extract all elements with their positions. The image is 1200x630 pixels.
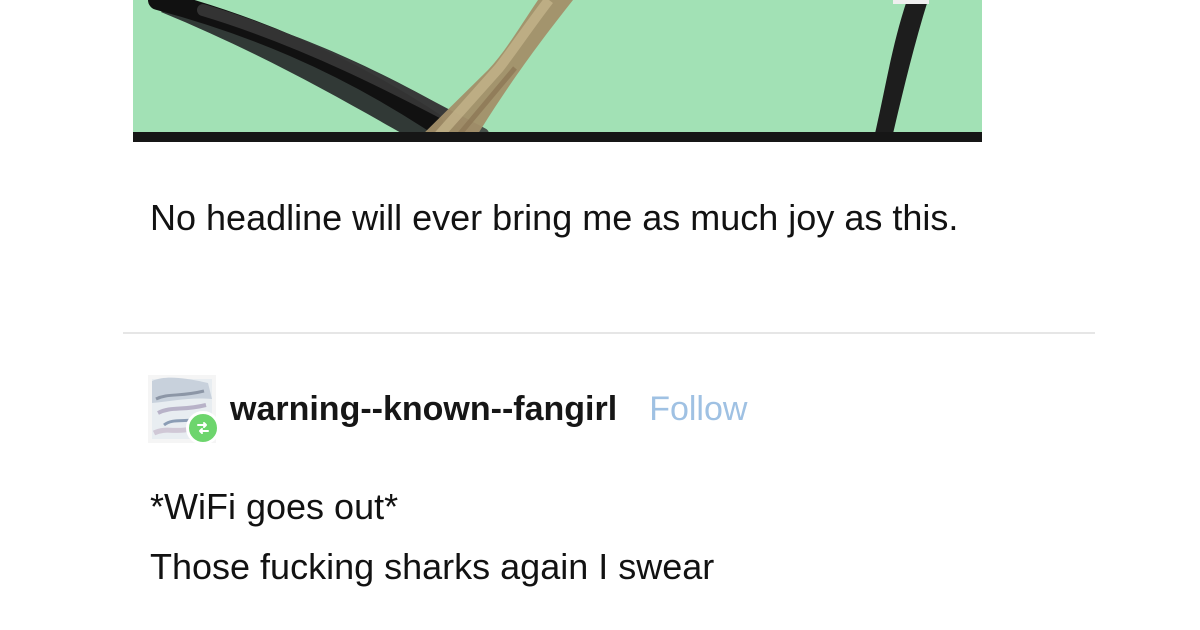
post-caption: No headline will ever bring me as much j…: [150, 197, 959, 238]
post-image: [133, 0, 982, 142]
reblog-body: *WiFi goes out* Those fucking sharks aga…: [150, 477, 1100, 597]
shark-cable-image: [133, 0, 982, 142]
follow-button[interactable]: Follow: [649, 389, 747, 429]
reblog-username[interactable]: warning--known--fangirl: [230, 389, 617, 429]
reblog-arrows-icon: [197, 422, 209, 434]
image-bottom-border: [133, 132, 982, 142]
reblog-icon: [186, 411, 220, 445]
reblog-line: Those fucking sharks again I swear: [150, 546, 715, 587]
reblog-line: *WiFi goes out*: [150, 486, 399, 527]
reblog-header: warning--known--fangirl Follow: [148, 372, 747, 446]
avatar[interactable]: [148, 375, 220, 445]
post-divider: [123, 332, 1095, 334]
